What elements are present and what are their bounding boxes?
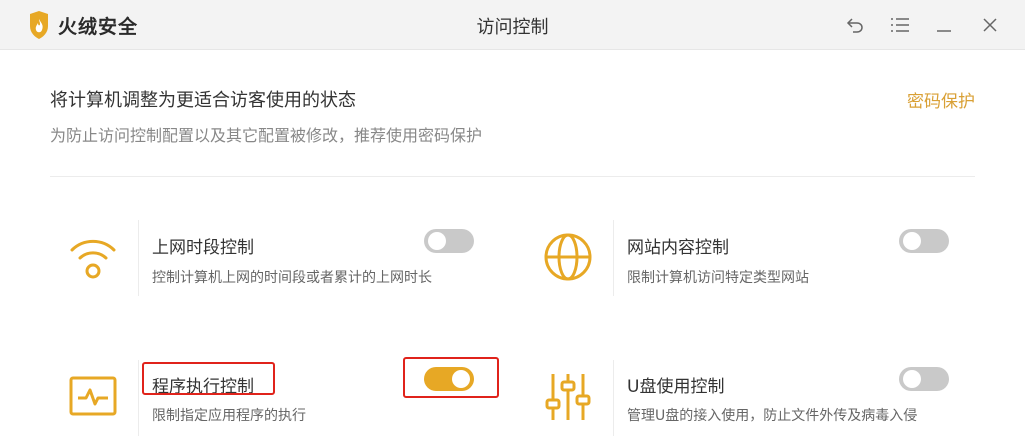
card-title-usb-control: U盘使用控制	[627, 377, 725, 397]
huorong-logo-icon	[30, 11, 48, 39]
menu-button[interactable]	[888, 13, 912, 37]
window-title: 访问控制	[476, 17, 549, 38]
close-button[interactable]	[978, 13, 1002, 37]
toggle-usb-control[interactable]	[899, 367, 949, 391]
sliders-icon	[545, 374, 591, 420]
card-title-website-control: 网站内容控制	[627, 238, 729, 258]
minimize-icon	[937, 30, 951, 32]
menu-icon	[891, 18, 909, 32]
toggle-knob	[428, 232, 446, 250]
card-desc-usb-control: 管理U盘的接入使用，防止文件外传及病毒入侵	[627, 408, 918, 424]
undo-icon	[846, 18, 863, 33]
card-divider	[138, 220, 139, 296]
card-title-time-control: 上网时段控制	[152, 238, 254, 258]
divider	[50, 176, 975, 177]
toggle-knob	[903, 370, 921, 388]
page-subline: 为防止访问控制配置以及其它配置被修改，推荐使用密码保护	[50, 126, 483, 145]
password-protection-link[interactable]: 密码保护	[907, 87, 975, 112]
title-bar: 火绒安全 访问控制	[0, 0, 1025, 50]
globe-icon	[544, 233, 592, 281]
page-headline: 将计算机调整为更适合访客使用的状态	[50, 90, 356, 111]
toggle-website-control[interactable]	[899, 229, 949, 253]
card-divider	[138, 360, 139, 436]
card-desc-website-control: 限制计算机访问特定类型网站	[627, 270, 809, 286]
toggle-knob	[903, 232, 921, 250]
wifi-icon	[70, 239, 116, 279]
close-icon	[983, 18, 997, 32]
highlight-box-toggle	[403, 357, 499, 398]
card-divider	[613, 220, 614, 296]
card-desc-program-control: 限制指定应用程序的执行	[152, 408, 306, 424]
card-desc-time-control: 控制计算机上网的时间段或者累计的上网时长	[152, 270, 432, 286]
toggle-time-control[interactable]	[424, 229, 474, 253]
undo-button[interactable]	[843, 13, 867, 37]
highlight-box-title	[142, 362, 275, 395]
minimize-button[interactable]	[932, 13, 956, 37]
brand-name: 火绒安全	[58, 16, 139, 38]
card-divider	[613, 360, 614, 436]
program-monitor-icon	[69, 376, 117, 416]
